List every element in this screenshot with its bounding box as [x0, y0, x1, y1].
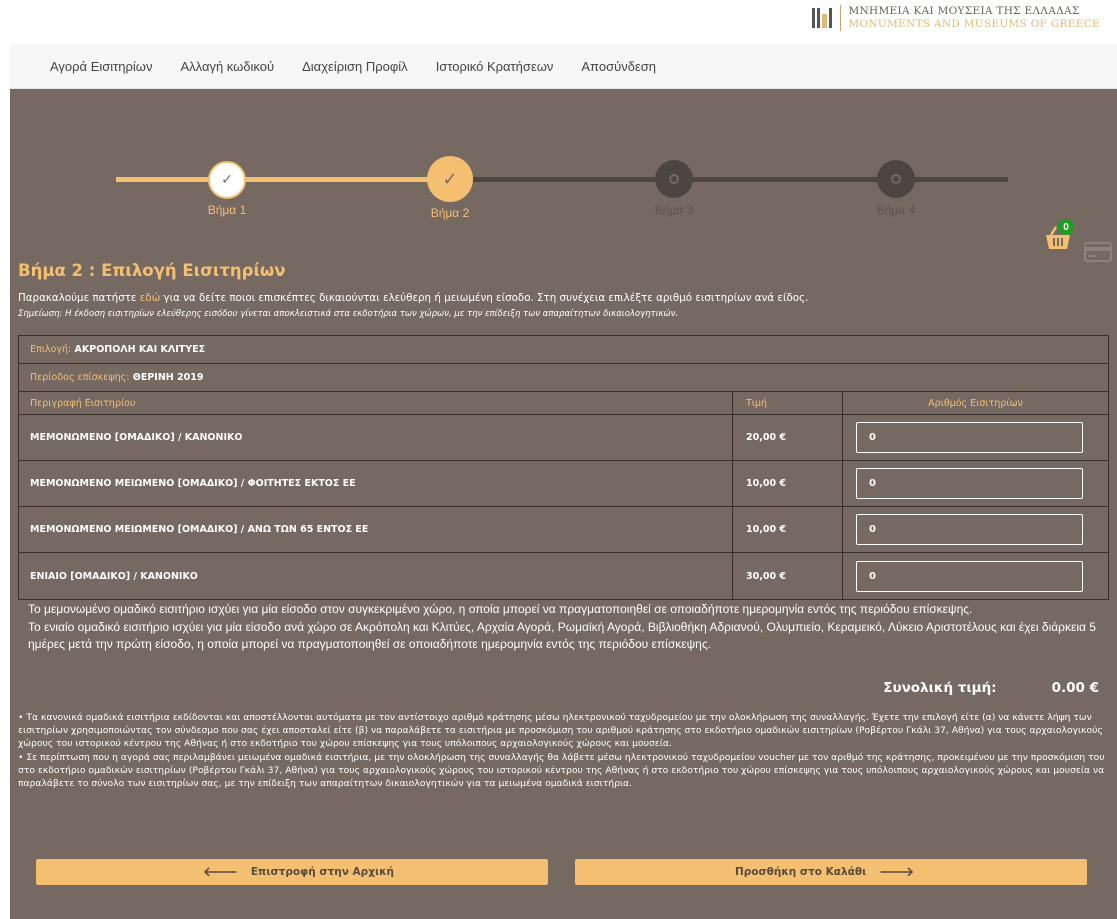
note-regular-tickets: • Τα κανονικά ομαδικά εισιτήρια εκδίδοντ…	[18, 712, 1103, 750]
quantity-cell	[843, 422, 1108, 453]
header-quantity: Αριθμός Εισιτηρίων	[928, 397, 1023, 409]
step-4-circle	[877, 160, 915, 198]
total-value: 0.00 €	[1051, 680, 1099, 696]
check-icon: ✓	[442, 168, 458, 190]
period-row: Περίοδος επίσκεψης: ΘΕΡΙΝΗ 2019	[19, 364, 1108, 392]
back-button-label: Επιστροφή στην Αρχική	[250, 866, 394, 878]
quantity-cell	[843, 514, 1108, 545]
intro-note: Σημείωση: Η έκδοση εισιτηρίων ελεύθερης …	[18, 309, 679, 319]
quantity-cell	[843, 560, 1108, 592]
step-3-circle	[655, 160, 693, 198]
quantity-input[interactable]	[856, 468, 1083, 499]
logo-divider	[840, 5, 842, 31]
selection-label: Επιλογή:	[30, 344, 72, 355]
quantity-input[interactable]	[856, 514, 1083, 545]
quantity-cell	[843, 468, 1108, 499]
back-to-home-button[interactable]: 🡐 Επιστροφή στην Αρχική	[36, 859, 548, 885]
step-2-circle: ✓	[427, 156, 473, 202]
ticket-description: ΜΕΜΟΝΩΜΕΝΟ [ΟΜΑΔΙΚΟ] / ΚΑΝΟΝΙΚΟ	[19, 415, 733, 460]
top-bar: ΜΝΗΜΕΙΑ ΚΑΙ ΜΟΥΣΕΙΑ ΤΗΣ ΕΛΛΑΔΑΣ MONUMENT…	[0, 0, 1117, 44]
nav-profile[interactable]: Διαχείριση Προφίλ	[302, 59, 408, 74]
step-1-circle: ✓	[208, 161, 246, 199]
logo-text: ΜΝΗΜΕΙΑ ΚΑΙ ΜΟΥΣΕΙΑ ΤΗΣ ΕΛΛΑΔΑΣ MONUMENT…	[848, 5, 1100, 31]
main-nav: Αγορά Εισιτηρίων Αλλαγή κωδικού Διαχείρι…	[10, 44, 1117, 89]
arrow-right-icon: 🡒	[879, 865, 915, 880]
ticket-price: 10,00 €	[733, 507, 843, 552]
arrow-left-icon: 🡐	[203, 865, 238, 880]
cart-count-badge: 0	[1058, 219, 1074, 235]
intro-text: Παρακαλούμε πατήστε εδώ για να δείτε ποι…	[18, 292, 1108, 304]
logo-title-english: MONUMENTS AND MUSEUMS OF GREECE	[848, 18, 1100, 30]
nav-buy-tickets[interactable]: Αγορά Εισιτηρίων	[50, 59, 152, 74]
table-row: ΕΝΙΑΙΟ [ΟΜΑΔΙΚΟ] / ΚΑΝΟΝΙΚΟ 30,00 €	[19, 553, 1108, 599]
ticket-price: 10,00 €	[733, 461, 843, 506]
logo-columns-icon	[812, 8, 833, 28]
selection-value: ΑΚΡΟΠΟΛΗ ΚΑΙ ΚΛΙΤΥΕΣ	[74, 344, 206, 355]
site-logo[interactable]: ΜΝΗΜΕΙΑ ΚΑΙ ΜΟΥΣΕΙΑ ΤΗΣ ΕΛΛΑΔΑΣ MONUMENT…	[812, 5, 1100, 31]
check-icon: ✓	[221, 172, 233, 188]
cart-button[interactable]: 0	[1043, 219, 1074, 255]
header-description: Περιγραφή Εισιτηρίου	[19, 392, 733, 414]
ticket-validity-text: Το μεμονωμένο ομαδικό εισιτήριο ισχύει γ…	[28, 601, 1108, 654]
table-row: ΜΕΜΟΝΩΜΕΝΟ ΜΕΙΩΜΕΝΟ [ΟΜΑΔΙΚΟ] / ΦΟΙΤΗΤΕΣ…	[19, 461, 1108, 507]
combined-ticket-info: Το ενιαίο ομαδικό εισιτήριο ισχύει για μ…	[28, 619, 1096, 652]
total-label: Συνολική τιμή:	[883, 680, 997, 696]
logo-title-greek: ΜΝΗΜΕΙΑ ΚΑΙ ΜΟΥΣΕΙΑ ΤΗΣ ΕΛΛΑΔΑΣ	[848, 5, 1080, 17]
main-panel: ✓ Βήμα 1 ✓ Βήμα 2 Βήμα 3 Βήμα 4 0 Βήμα 2…	[10, 89, 1117, 919]
group-ticket-notes: • Τα κανονικά ομαδικά εισιτήρια εκδίδοντ…	[18, 711, 1111, 790]
table-row: ΜΕΜΟΝΩΜΕΝΟ [ΟΜΑΔΙΚΟ] / ΚΑΝΟΝΙΚΟ 20,00 €	[19, 415, 1108, 461]
eligibility-link[interactable]: εδώ	[140, 292, 161, 304]
ticket-description: ΕΝΙΑΙΟ [ΟΜΑΔΙΚΟ] / ΚΑΝΟΝΙΚΟ	[19, 553, 733, 599]
step-line-pending	[470, 177, 1008, 182]
target-icon	[891, 174, 901, 184]
step-3-label: Βήμα 3	[654, 203, 694, 217]
credit-card-icon	[1084, 242, 1112, 266]
period-value: ΘΕΡΙΝΗ 2019	[132, 372, 204, 383]
ticket-price: 20,00 €	[733, 415, 843, 460]
target-icon	[669, 174, 679, 184]
ticket-description: ΜΕΜΟΝΩΜΕΝΟ ΜΕΙΩΜΕΝΟ [ΟΜΑΔΙΚΟ] / ΑΝΩ ΤΩΝ …	[19, 507, 733, 552]
single-ticket-info: Το μεμονωμένο ομαδικό εισιτήριο ισχύει γ…	[28, 602, 973, 616]
period-label: Περίοδος επίσκεψης:	[30, 372, 130, 383]
step-line-done	[116, 177, 470, 182]
note-reduced-tickets: • Σε περίπτωση που η αγορά σας περιλαμβά…	[18, 751, 1105, 790]
ticket-description: ΜΕΜΟΝΩΜΕΝΟ ΜΕΙΩΜΕΝΟ [ΟΜΑΔΙΚΟ] / ΦΟΙΤΗΤΕΣ…	[19, 461, 733, 506]
selection-row: Επιλογή: ΑΚΡΟΠΟΛΗ ΚΑΙ ΚΛΙΤΥΕΣ	[19, 336, 1108, 364]
intro-text-end: για να δείτε ποιοι επισκέπτες δικαιούντα…	[160, 292, 809, 304]
step-1-label: Βήμα 1	[207, 203, 247, 217]
nav-change-password[interactable]: Αλλαγή κωδικού	[180, 59, 274, 74]
table-row: ΜΕΜΟΝΩΜΕΝΟ ΜΕΙΩΜΕΝΟ [ΟΜΑΔΙΚΟ] / ΑΝΩ ΤΩΝ …	[19, 507, 1108, 553]
table-header: Περιγραφή Εισιτηρίου Τιμή Αριθμός Εισιτη…	[19, 392, 1108, 415]
quantity-input[interactable]	[856, 560, 1083, 592]
step-2-label: Βήμα 2	[430, 206, 470, 220]
quantity-input[interactable]	[856, 422, 1083, 453]
ticket-price: 30,00 €	[733, 553, 843, 599]
nav-booking-history[interactable]: Ιστορικό Κρατήσεων	[436, 59, 554, 74]
page-title: Βήμα 2 : Επιλογή Εισιτηρίων	[18, 261, 286, 280]
tickets-table: Επιλογή: ΑΚΡΟΠΟΛΗ ΚΑΙ ΚΛΙΤΥΕΣ Περίοδος ε…	[18, 335, 1109, 600]
intro-text-start: Παρακαλούμε πατήστε	[18, 292, 140, 304]
nav-logout[interactable]: Αποσύνδεση	[581, 59, 656, 74]
add-to-cart-button[interactable]: Προσθήκη στο Καλάθι 🡒	[575, 859, 1087, 885]
add-button-label: Προσθήκη στο Καλάθι	[734, 866, 867, 878]
total-price: Συνολική τιμή: 0.00 €	[883, 680, 1099, 696]
step-4-label: Βήμα 4	[876, 203, 916, 217]
header-price: Τιμή	[733, 392, 843, 414]
